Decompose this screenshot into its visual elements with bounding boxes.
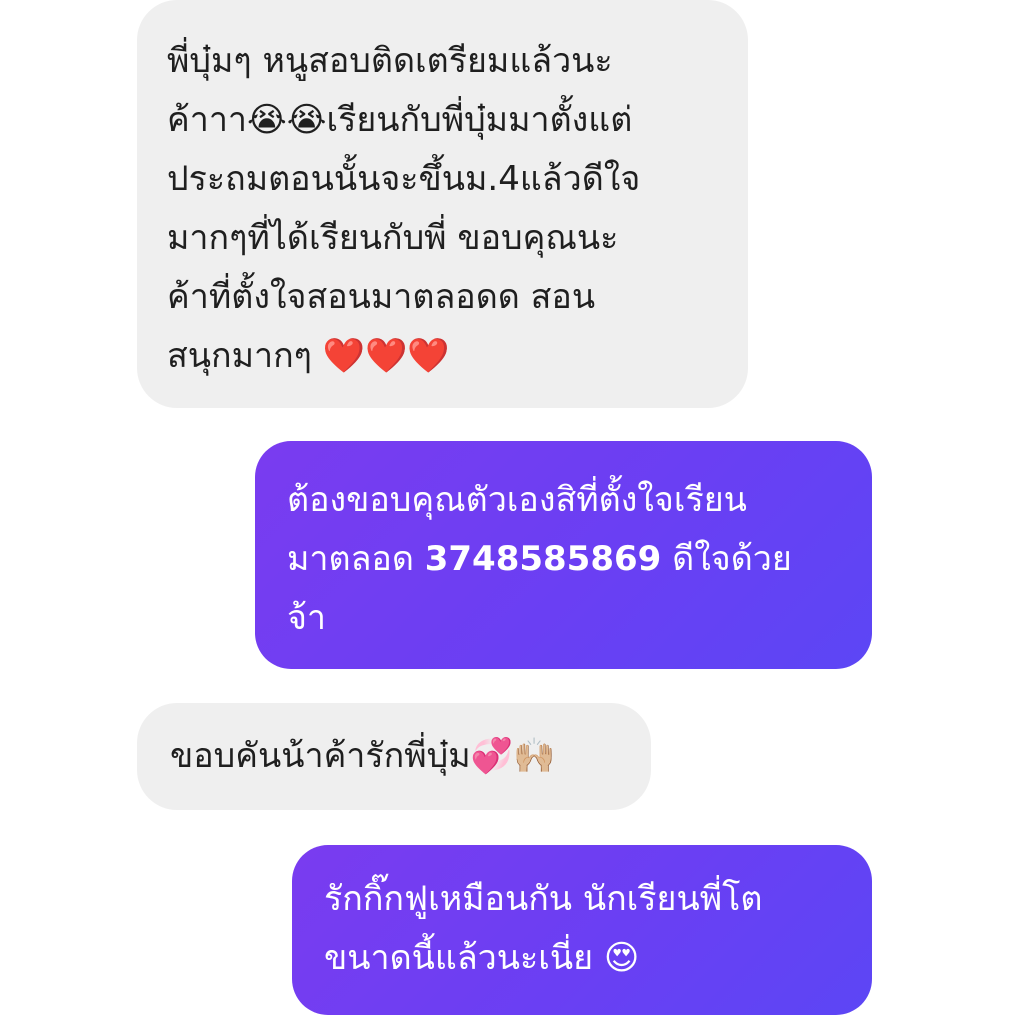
message-text-line: มากๆที่ได้เรียนกับพี่ ขอบคุณนะ [167, 218, 619, 258]
message-text-line: ค้าาา😭😭เรียนกับพี่บุ๋มมาตั้งแต่ [167, 100, 633, 140]
outgoing-message-bubble[interactable]: รักกิ๊กฟูเหมือนกัน นักเรียนพี่โต ขนาดนี้… [292, 845, 872, 1015]
incoming-message-bubble[interactable]: พี่บุ๋มๆ หนูสอบติดเตรียมแล้วนะ ค้าาา😭😭เร… [137, 0, 748, 408]
message-text-line: รักกิ๊กฟูเหมือนกัน นักเรียนพี่โต [324, 879, 763, 919]
message-text-line: ค้าที่ตั้งใจสอนมาตลอดด สอน [167, 277, 596, 317]
message-text-line: สนุกมากๆ ❤️❤️❤️ [167, 336, 450, 376]
message-text-line: ประถมตอนนั้นจะขึ้นม.4แล้วดีใจ [167, 159, 641, 199]
message-text-line: จ้า [287, 598, 327, 638]
outgoing-message-bubble[interactable]: ต้องขอบคุณตัวเองสิที่ตั้งใจเรียน มาตลอด … [255, 441, 872, 669]
phone-number: 3748585869 [424, 539, 662, 579]
message-text-line: พี่บุ๋มๆ หนูสอบติดเตรียมแล้วนะ [167, 41, 613, 81]
message-text-line: ขนาดนี้แล้วนะเนี่ย 😍 [324, 938, 640, 978]
message-text-line-with-number: มาตลอด 3748585869 ดีใจด้วย [287, 530, 852, 589]
message-text-line: ขอบคันน้าค้ารักพี่บุ๋ม💞🙌🏼 [170, 736, 556, 776]
incoming-message-bubble[interactable]: ขอบคันน้าค้ารักพี่บุ๋ม💞🙌🏼 [137, 703, 651, 810]
message-text: ดีใจด้วย [672, 539, 792, 579]
message-text: มาตลอด [287, 539, 414, 579]
message-text-line: ต้องขอบคุณตัวเองสิที่ตั้งใจเรียน [287, 480, 747, 520]
